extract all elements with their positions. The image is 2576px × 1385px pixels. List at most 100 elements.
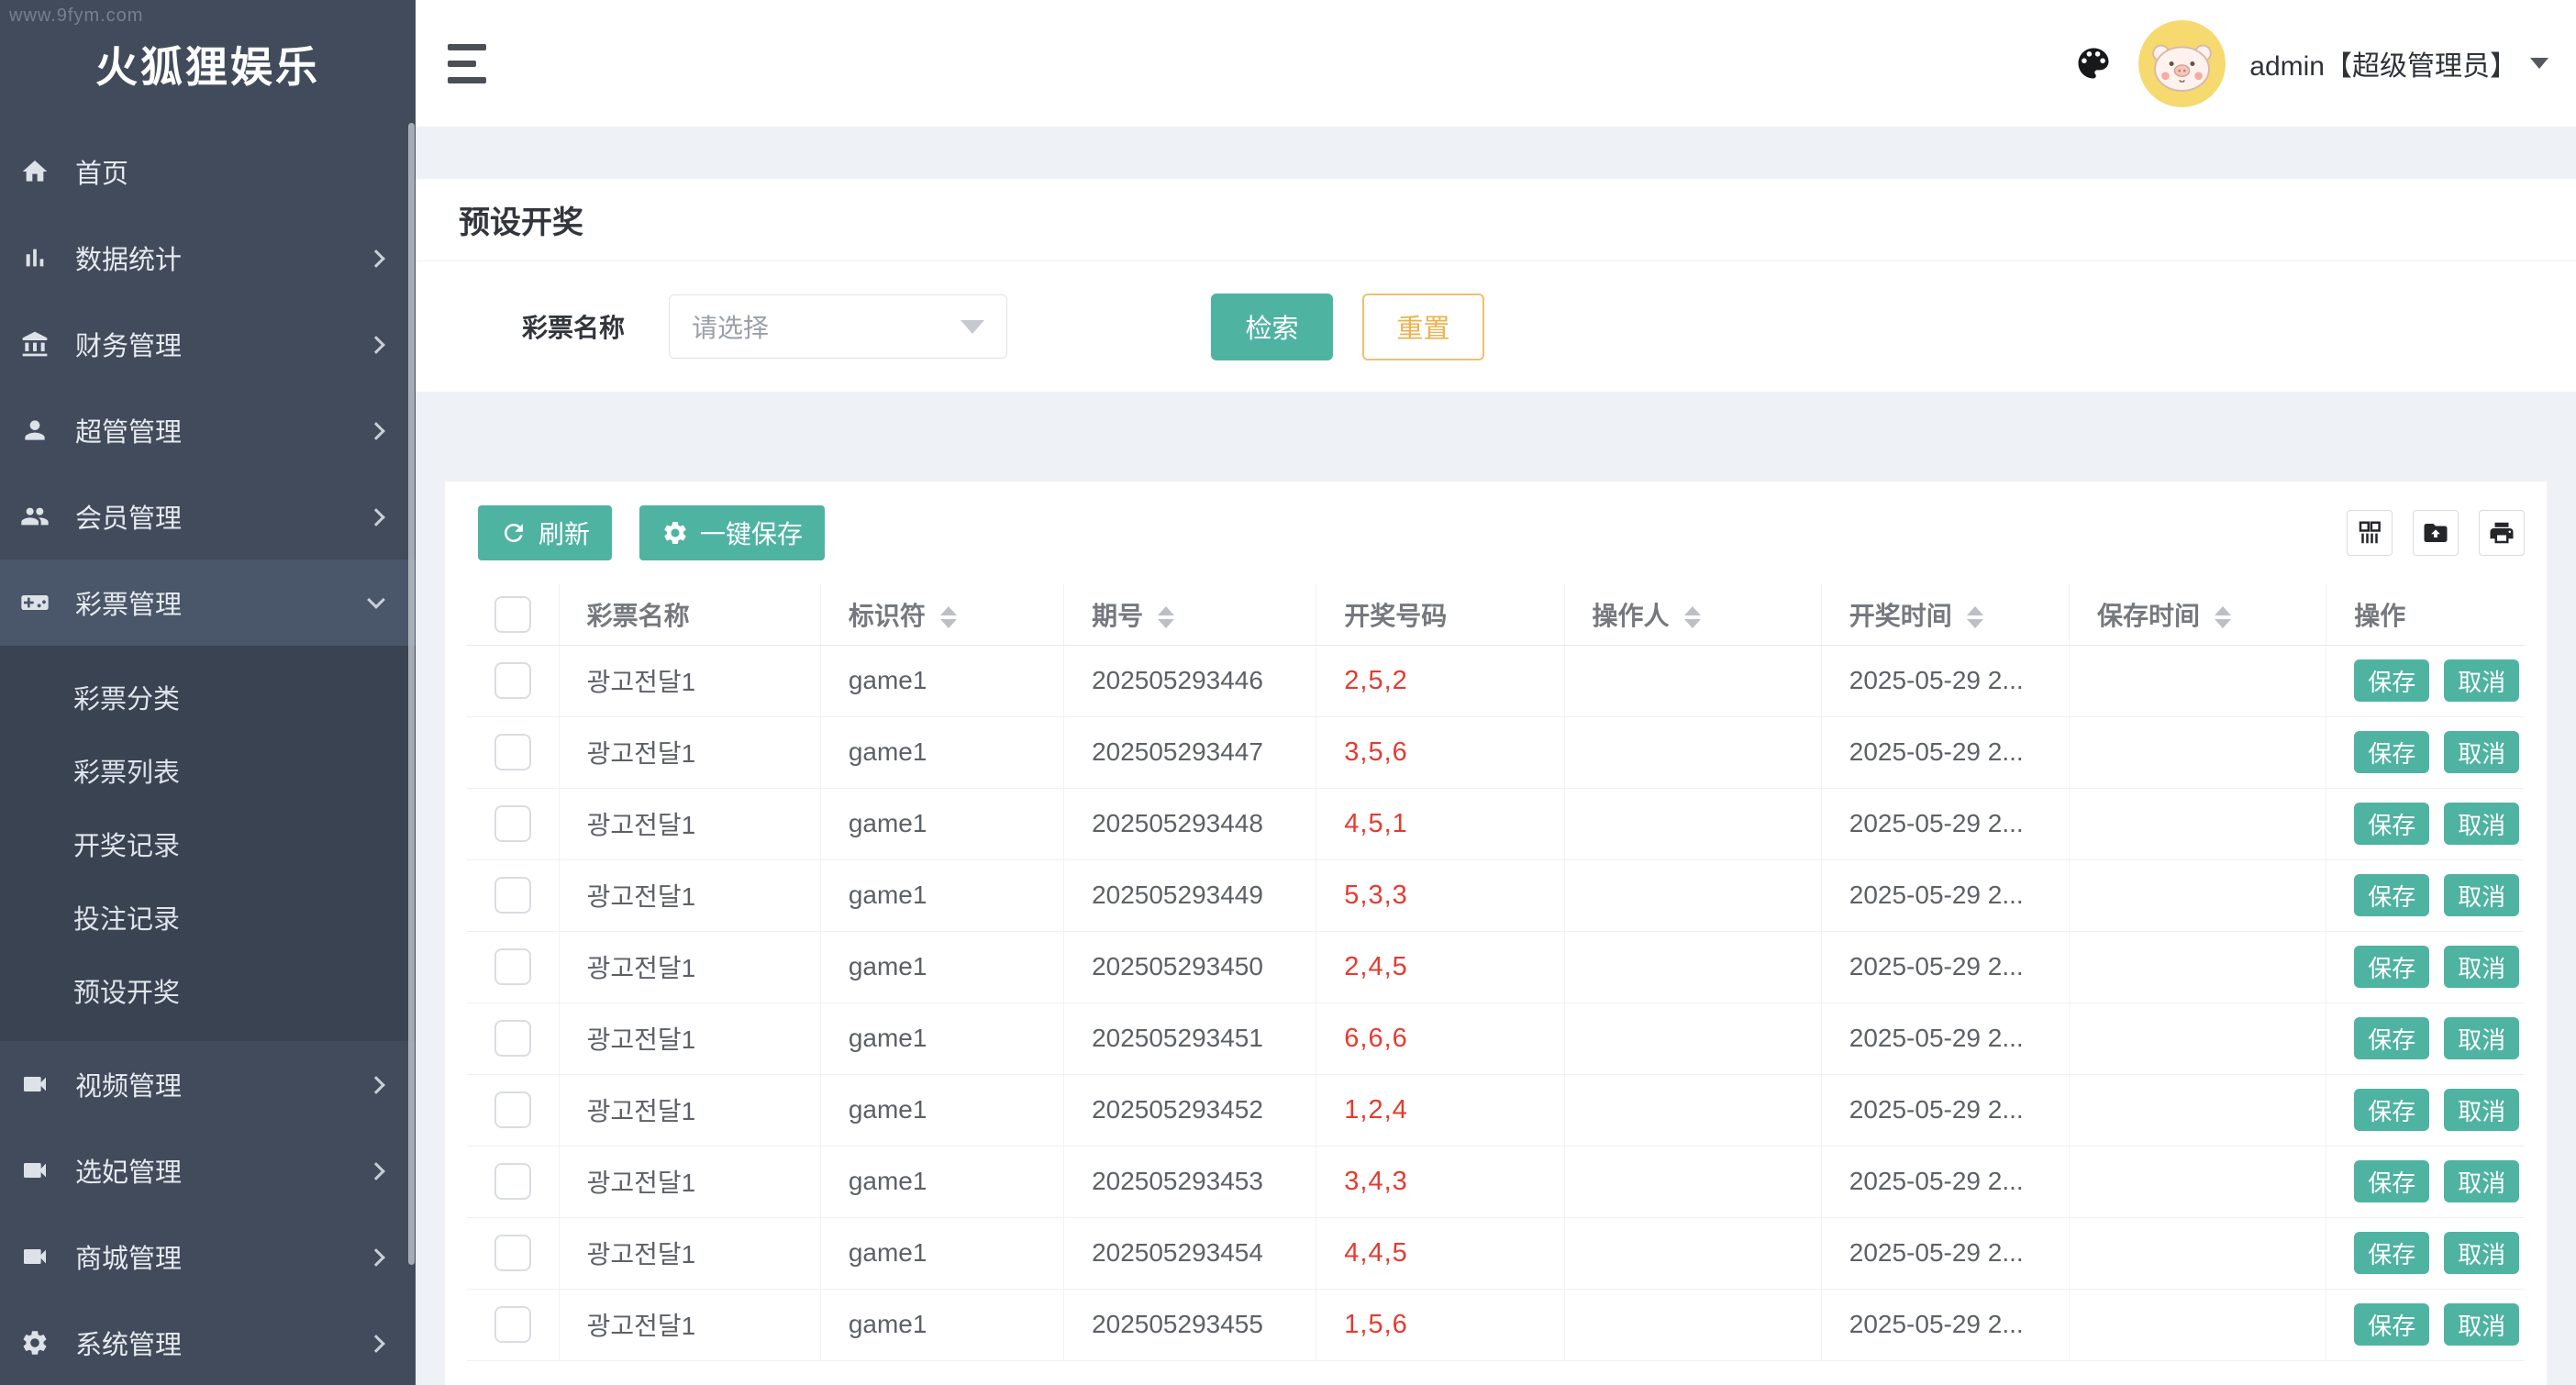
columns-button[interactable] xyxy=(2347,510,2393,556)
select-placeholder: 请选择 xyxy=(692,308,769,345)
cell-name: 광고전달1 xyxy=(559,859,820,931)
column-header-code[interactable]: 标识符 xyxy=(820,584,1063,645)
gamepad-icon xyxy=(20,588,50,617)
row-cancel-button[interactable]: 取消 xyxy=(2444,1017,2519,1059)
chevron-right-icon xyxy=(367,1076,385,1094)
menu-toggle-icon[interactable] xyxy=(448,44,486,83)
cell-save_time xyxy=(2070,788,2326,859)
cell-operator xyxy=(1564,716,1821,788)
sidebar-item-finance[interactable]: 财务管理 xyxy=(0,301,416,387)
column-header-save_time[interactable]: 保存时间 xyxy=(2070,584,2326,645)
row-checkbox[interactable] xyxy=(494,1020,531,1057)
row-cancel-button[interactable]: 取消 xyxy=(2444,803,2519,845)
table-header-row: 彩票名称标识符期号开奖号码操作人开奖时间保存时间操作 xyxy=(467,584,2525,645)
sidebar-item-lottery[interactable]: 彩票管理 xyxy=(0,560,416,646)
sort-icon[interactable] xyxy=(1684,606,1701,628)
row-cancel-button[interactable]: 取消 xyxy=(2444,731,2519,773)
table-toolbar: 刷新 一键保存 xyxy=(467,505,2525,560)
row-save-button[interactable]: 保存 xyxy=(2354,1089,2429,1131)
table-row: 광고전달1game12025052934484,5,12025-05-29 2.… xyxy=(467,788,2525,859)
row-save-button[interactable]: 保存 xyxy=(2354,803,2429,845)
sort-icon[interactable] xyxy=(1158,606,1174,628)
table-row: 광고전달1game12025052934521,2,42025-05-29 2.… xyxy=(467,1074,2525,1146)
row-checkbox[interactable] xyxy=(494,1163,531,1200)
sidebar-item-members[interactable]: 会员管理 xyxy=(0,473,416,560)
row-save-button[interactable]: 保存 xyxy=(2354,1232,2429,1274)
column-header-operator[interactable]: 操作人 xyxy=(1564,584,1821,645)
row-cancel-button[interactable]: 取消 xyxy=(2444,874,2519,916)
row-checkbox[interactable] xyxy=(494,1235,531,1271)
lottery-name-select[interactable]: 请选择 xyxy=(669,294,1007,359)
cell-save_time xyxy=(2070,1003,2326,1074)
row-save-button[interactable]: 保存 xyxy=(2354,874,2429,916)
sidebar-item-superadmin[interactable]: 超管管理 xyxy=(0,387,416,473)
sidebar-item-stats[interactable]: 数据统计 xyxy=(0,215,416,301)
cell-numbers: 1,2,4 xyxy=(1316,1074,1564,1146)
sidebar-subitem-preset-draw[interactable]: 预设开奖 xyxy=(0,954,416,1027)
row-cancel-button[interactable]: 取消 xyxy=(2444,1303,2519,1346)
print-icon xyxy=(2488,519,2515,547)
row-save-button[interactable]: 保存 xyxy=(2354,1160,2429,1202)
sort-icon[interactable] xyxy=(2215,606,2231,628)
row-checkbox[interactable] xyxy=(494,1306,531,1343)
refresh-button[interactable]: 刷新 xyxy=(478,505,612,560)
cell-actions: 保存取消 xyxy=(2326,1217,2525,1289)
avatar[interactable] xyxy=(2138,20,2226,107)
cell-code: game1 xyxy=(820,716,1063,788)
row-save-button[interactable]: 保存 xyxy=(2354,1017,2429,1059)
row-cancel-button[interactable]: 取消 xyxy=(2444,1232,2519,1274)
user-menu[interactable]: admin【超级管理员】 xyxy=(2249,43,2548,83)
select-caret-icon xyxy=(960,320,984,334)
sidebar-item-xuanfei[interactable]: 选妃管理 xyxy=(0,1127,416,1213)
chevron-down-icon xyxy=(2530,58,2548,69)
cell-actions: 保存取消 xyxy=(2326,1146,2525,1217)
sidebar-item-system[interactable]: 系统管理 xyxy=(0,1300,416,1385)
cell-issue: 202505293452 xyxy=(1064,1074,1316,1146)
column-header-name: 彩票名称 xyxy=(559,584,820,645)
row-cancel-button[interactable]: 取消 xyxy=(2444,1089,2519,1131)
column-header-draw_time[interactable]: 开奖时间 xyxy=(1821,584,2069,645)
sidebar-item-mall[interactable]: 商城管理 xyxy=(0,1213,416,1300)
sidebar-subitem-draw-records[interactable]: 开奖记录 xyxy=(0,807,416,881)
cell-operator xyxy=(1564,788,1821,859)
export-button[interactable] xyxy=(2413,510,2459,556)
print-button[interactable] xyxy=(2479,510,2525,556)
sort-icon[interactable] xyxy=(1967,606,1983,628)
column-header-numbers: 开奖号码 xyxy=(1316,584,1564,645)
sidebar-subitem-bet-records[interactable]: 投注记录 xyxy=(0,881,416,954)
row-checkbox[interactable] xyxy=(494,805,531,842)
row-checkbox[interactable] xyxy=(494,734,531,770)
cell-operator xyxy=(1564,1146,1821,1217)
row-checkbox[interactable] xyxy=(494,948,531,985)
column-header-issue[interactable]: 期号 xyxy=(1064,584,1316,645)
theme-palette-icon[interactable] xyxy=(2072,42,2115,84)
sidebar-scrollbar[interactable] xyxy=(408,123,415,1265)
cell-draw_time: 2025-05-29 2... xyxy=(1821,1074,2069,1146)
sort-icon[interactable] xyxy=(940,606,957,628)
sidebar-item-video[interactable]: 视频管理 xyxy=(0,1041,416,1127)
row-save-button[interactable]: 保存 xyxy=(2354,946,2429,988)
cell-operator xyxy=(1564,1074,1821,1146)
row-save-button[interactable]: 保存 xyxy=(2354,659,2429,702)
select-all-checkbox[interactable] xyxy=(494,596,531,633)
row-cancel-button[interactable]: 取消 xyxy=(2444,659,2519,702)
cell-issue: 202505293449 xyxy=(1064,859,1316,931)
row-checkbox[interactable] xyxy=(494,877,531,914)
refresh-icon xyxy=(500,519,527,547)
row-checkbox[interactable] xyxy=(494,1091,531,1128)
chevron-right-icon xyxy=(367,1248,385,1267)
reset-button[interactable]: 重置 xyxy=(1362,294,1484,360)
row-checkbox[interactable] xyxy=(494,662,531,699)
save-all-button[interactable]: 一键保存 xyxy=(639,505,825,560)
cell-actions: 保存取消 xyxy=(2326,1074,2525,1146)
cell-draw_time: 2025-05-29 2... xyxy=(1821,716,2069,788)
search-button[interactable]: 检索 xyxy=(1211,294,1333,360)
cell-actions: 保存取消 xyxy=(2326,788,2525,859)
sidebar-subitem-lottery-category[interactable]: 彩票分类 xyxy=(0,660,416,734)
row-cancel-button[interactable]: 取消 xyxy=(2444,1160,2519,1202)
sidebar-item-home[interactable]: 首页 xyxy=(0,128,416,215)
row-save-button[interactable]: 保存 xyxy=(2354,731,2429,773)
row-save-button[interactable]: 保存 xyxy=(2354,1303,2429,1346)
sidebar-subitem-lottery-list[interactable]: 彩票列表 xyxy=(0,734,416,807)
row-cancel-button[interactable]: 取消 xyxy=(2444,946,2519,988)
